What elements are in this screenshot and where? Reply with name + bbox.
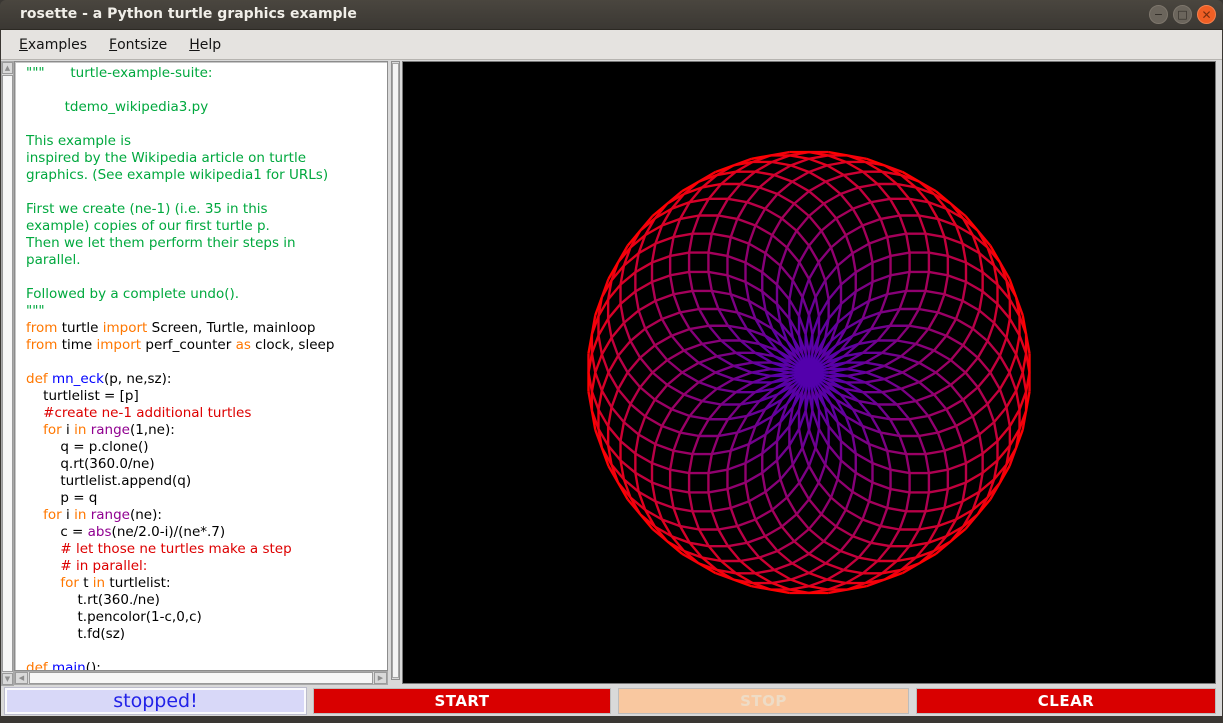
code-line: turtlelist.append(q): [26, 473, 387, 490]
code-line: # in parallel:: [26, 558, 387, 575]
code-line: """: [26, 303, 387, 320]
scroll-right-icon: ▶: [378, 675, 383, 682]
code-line: c = abs(ne/2.0-i)/(ne*.7): [26, 524, 387, 541]
code-line: from time import perf_counter as clock, …: [26, 337, 387, 354]
scroll-up-icon: ▲: [5, 65, 10, 72]
scroll-left-icon: ◀: [19, 675, 24, 682]
canvas-vscrollbar-thumb[interactable]: [392, 63, 399, 678]
menu-bar: ExamplesFontsizeHelp: [1, 30, 1222, 60]
code-line: [26, 354, 387, 371]
stop-button[interactable]: STOP: [618, 688, 909, 714]
code-line: q = p.clone(): [26, 439, 387, 456]
code-line: This example is: [26, 133, 387, 150]
code-line: for i in range(1,ne):: [26, 422, 387, 439]
menu-item-examples[interactable]: Examples: [8, 30, 98, 59]
close-button[interactable]: ✕: [1197, 5, 1216, 24]
minimize-icon: −: [1154, 9, 1163, 20]
text-hscrollbar[interactable]: ◀ ▶: [14, 671, 388, 685]
code-line: example) copies of our first turtle p.: [26, 218, 387, 235]
bottom-bar: stopped! START STOP CLEAR: [1, 687, 1222, 716]
main-area: ▲ ▼ """ turtle-example-suite: tdemo_wiki…: [1, 60, 1222, 687]
code-text: """ turtle-example-suite: tdemo_wikipedi…: [26, 65, 387, 670]
code-line: [26, 643, 387, 660]
window-controls: − □ ✕: [1149, 5, 1216, 24]
code-line: """ turtle-example-suite:: [26, 65, 387, 82]
code-line: t.rt(360./ne): [26, 592, 387, 609]
code-line: [26, 269, 387, 286]
code-line: graphics. (See example wikipedia1 for UR…: [26, 167, 387, 184]
minimize-button[interactable]: −: [1149, 5, 1168, 24]
scroll-down-button[interactable]: ▼: [2, 673, 13, 685]
close-icon: ✕: [1201, 9, 1211, 21]
text-hscrollbar-thumb[interactable]: [29, 672, 373, 684]
maximize-icon: □: [1177, 9, 1187, 20]
scroll-up-button[interactable]: ▲: [2, 62, 13, 74]
scroll-right-button[interactable]: ▶: [374, 672, 387, 684]
menu-item-fontsize[interactable]: Fontsize: [98, 30, 178, 59]
code-line: # let those ne turtles make a step: [26, 541, 387, 558]
window-title: rosette - a Python turtle graphics examp…: [20, 6, 357, 22]
code-line: def main():: [26, 660, 387, 670]
app-window: rosette - a Python turtle graphics examp…: [0, 0, 1223, 723]
code-line: Followed by a complete undo().: [26, 286, 387, 303]
menu-item-help[interactable]: Help: [178, 30, 232, 59]
text-vscrollbar-thumb[interactable]: [2, 75, 13, 672]
code-line: tdemo_wikipedia3.py: [26, 99, 387, 116]
start-button[interactable]: START: [313, 688, 611, 714]
code-line: inspired by the Wikipedia article on tur…: [26, 150, 387, 167]
source-code-panel[interactable]: """ turtle-example-suite: tdemo_wikipedi…: [14, 61, 388, 671]
title-bar[interactable]: rosette - a Python turtle graphics examp…: [0, 0, 1223, 30]
code-line: def mn_eck(p, ne,sz):: [26, 371, 387, 388]
code-line: First we create (ne-1) (i.e. 35 in this: [26, 201, 387, 218]
scroll-left-button[interactable]: ◀: [15, 672, 28, 684]
code-line: from turtle import Screen, Turtle, mainl…: [26, 320, 387, 337]
code-line: for i in range(ne):: [26, 507, 387, 524]
code-line: p = q: [26, 490, 387, 507]
canvas-vscrollbar[interactable]: [391, 61, 400, 680]
code-line: [26, 184, 387, 201]
code-line: [26, 116, 387, 133]
maximize-button[interactable]: □: [1173, 5, 1192, 24]
rosette-canvas-svg: [403, 62, 1215, 683]
code-line: #create ne-1 additional turtles: [26, 405, 387, 422]
code-line: turtlelist = [p]: [26, 388, 387, 405]
status-label: stopped!: [5, 688, 306, 714]
code-line: Then we let them perform their steps in: [26, 235, 387, 252]
code-line: for t in turtlelist:: [26, 575, 387, 592]
code-line: q.rt(360.0/ne): [26, 456, 387, 473]
scroll-down-icon: ▼: [5, 676, 10, 683]
clear-button[interactable]: CLEAR: [916, 688, 1216, 714]
code-line: parallel.: [26, 252, 387, 269]
code-line: [26, 82, 387, 99]
code-line: t.pencolor(1-c,0,c): [26, 609, 387, 626]
rosette-step-path: [790, 353, 828, 391]
code-line: t.fd(sz): [26, 626, 387, 643]
turtle-canvas: [402, 61, 1216, 684]
text-vscrollbar[interactable]: ▲ ▼: [1, 61, 14, 686]
